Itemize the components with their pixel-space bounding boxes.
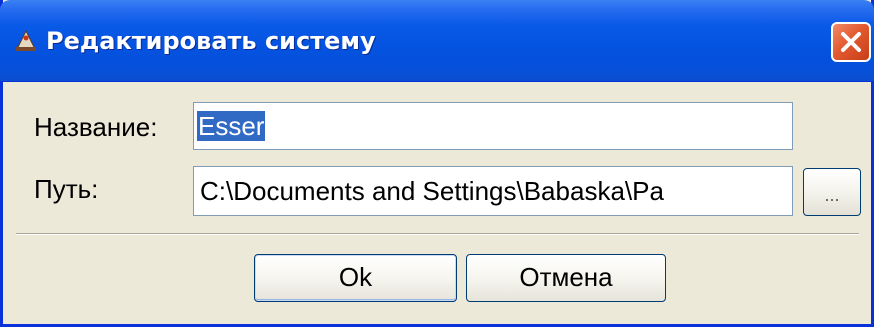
app-icon xyxy=(16,30,36,51)
close-button[interactable] xyxy=(831,22,871,62)
title-bar[interactable]: Редактировать систему xyxy=(0,0,874,82)
close-icon xyxy=(841,32,861,52)
name-label: Название: xyxy=(34,112,158,142)
window-title: Редактировать систему xyxy=(46,27,376,55)
dialog-window: Редактировать систему Название: Esser Пу… xyxy=(0,0,874,327)
browse-button[interactable]: ... xyxy=(803,168,861,216)
cancel-button[interactable]: Отмена xyxy=(466,254,666,302)
name-field[interactable]: Esser xyxy=(193,102,793,150)
path-label: Путь: xyxy=(34,174,99,204)
ok-button[interactable]: Ok xyxy=(254,254,457,302)
name-field-value: Esser xyxy=(197,111,266,141)
path-field[interactable]: C:\Documents and Settings\Babaska\Pa xyxy=(193,166,793,216)
path-field-value: C:\Documents and Settings\Babaska\Pa xyxy=(200,176,664,206)
